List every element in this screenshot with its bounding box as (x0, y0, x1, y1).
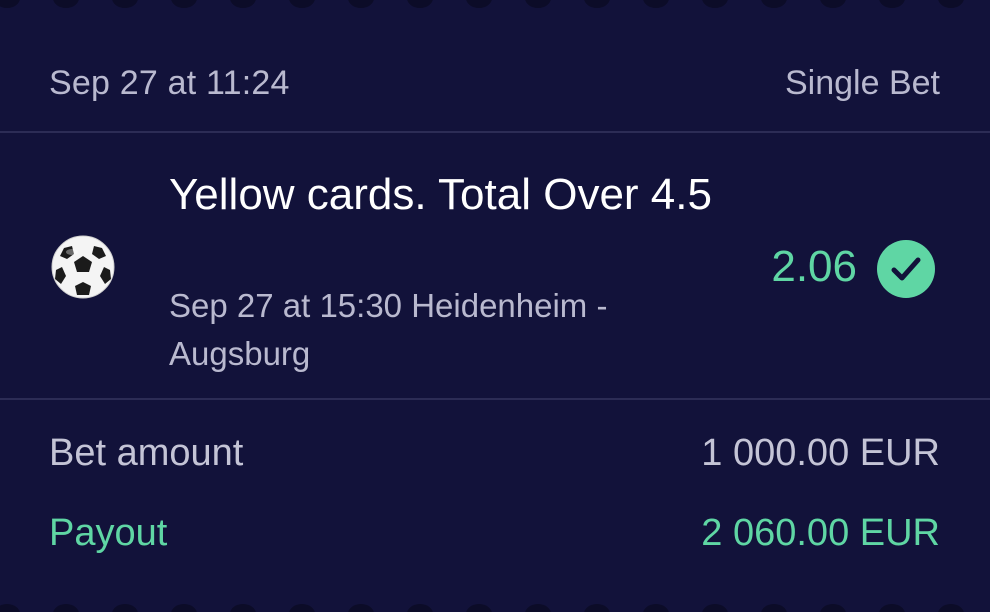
ticket-edge-notch (466, 604, 492, 612)
event-details: Sep 27 at 15:30 Heidenheim - Augsburg (169, 287, 608, 372)
ticket-edge-notch (407, 604, 433, 612)
ticket-edge-notch (112, 604, 138, 612)
ticket-edge-notch (289, 604, 315, 612)
bet-placed-date: Sep 27 at 11:24 (49, 64, 290, 102)
market-name: Yellow cards. Total Over 4.5 (169, 170, 712, 219)
divider (0, 131, 990, 133)
ticket-edge-notch (53, 604, 79, 612)
bet-amount-label: Bet amount (49, 432, 244, 474)
ticket-edge-notch (230, 604, 256, 612)
ticket-header: Sep 27 at 11:24 Single Bet (0, 0, 990, 132)
ticket-edge-notch (938, 604, 964, 612)
ticket-edge-notch (584, 604, 610, 612)
payout-value: 2 060.00 EUR (701, 512, 940, 554)
divider (0, 398, 990, 400)
bet-type-label: Single Bet (785, 64, 940, 102)
payout-label: Payout (49, 512, 168, 554)
ticket-edge-notch (879, 604, 905, 612)
ticket-edge-notch (820, 604, 846, 612)
ticket-edge-notch (525, 604, 551, 612)
ticket-edge-notch (761, 604, 787, 612)
soccer-ball-icon (50, 234, 116, 300)
ticket-edge-notch (643, 604, 669, 612)
ticket-edge-notch (0, 604, 20, 612)
bet-amount-value: 1 000.00 EUR (701, 432, 940, 474)
ticket-edge-notch (171, 604, 197, 612)
bet-ticket: Sep 27 at 11:24 Single Bet Yellow cards.… (0, 0, 990, 612)
ticket-edge-notch (702, 604, 728, 612)
check-circle-icon (876, 239, 936, 299)
ticket-bottom-edge (0, 604, 990, 612)
odds-value: 2.06 (771, 242, 857, 291)
ticket-edge-notch (348, 604, 374, 612)
